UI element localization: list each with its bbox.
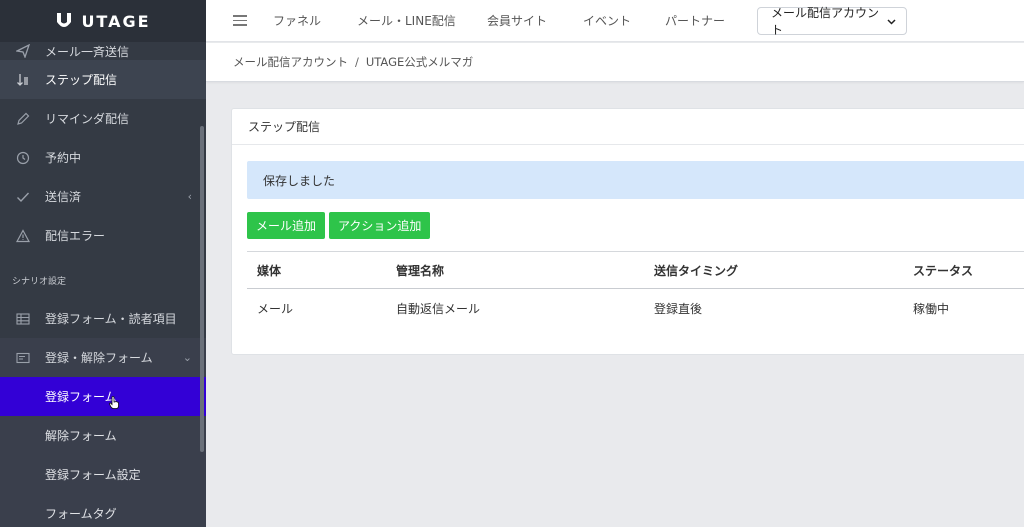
chevron-down-icon [887,14,896,28]
sidebar-nav: メール一斉送信 ステップ配信 リマインダ配信 予約中 送信済 ‹ 配信エラー シ… [0,42,206,527]
sidebar-subitem-form-tag[interactable]: フォームタグ [0,494,206,527]
sidebar-item-label: ステップ配信 [45,73,118,87]
sidebar-item-reminder[interactable]: リマインダ配信 [0,99,206,138]
sidebar-subitem-label: 登録フォーム [45,390,117,404]
topnav-partner[interactable]: パートナー [665,12,725,29]
breadcrumb-separator: / [355,55,359,69]
column-header-media: 媒体 [257,263,282,278]
account-select-value: メール配信アカウント [771,5,880,37]
sidebar-subitem-label: 登録フォーム設定 [45,468,141,482]
cell-media: メール [257,301,294,316]
brand-name: UTAGE [81,11,151,31]
breadcrumb-current: UTAGE公式メルマガ [365,55,474,69]
sidebar-item-label: リマインダ配信 [45,112,130,126]
account-select[interactable]: メール配信アカウント [757,5,908,37]
sidebar-item-label: 登録フォーム・読者項目 [45,312,177,326]
table-row[interactable]: メール 自動返信メール 登録直後 稼働中 [247,289,1024,327]
topnav-event[interactable]: イベント [583,12,665,29]
success-alert: 保存しました [247,161,1024,199]
add-action-button[interactable]: アクション追加 [329,212,431,239]
step-table: 媒体 管理名称 送信タイミング ステータス メール 自動返信メール 登録直後 稼… [247,251,1024,327]
sidebar-item-registration-fields[interactable]: 登録フォーム・読者項目 [0,299,206,338]
sidebar: UTAGE メール一斉送信 ステップ配信 リマインダ配信 予約中 送信済 ‹ 配… [0,0,206,527]
table-icon [14,310,32,328]
cell-status: 稼働中 [913,301,950,316]
sidebar-subitem-label: フォームタグ [45,507,117,521]
sidebar-subitem-form-settings[interactable]: 登録フォーム設定 [0,455,206,494]
brand-logo[interactable]: UTAGE [0,0,206,42]
topnav-member-site[interactable]: 会員サイト [487,12,583,29]
sidebar-item-label: 登録・解除フォーム [45,351,153,365]
sidebar-scrollbar[interactable] [200,126,204,452]
topnav-funnel[interactable]: ファネル [273,12,357,29]
add-mail-button[interactable]: メール追加 [247,212,326,239]
step-delivery-card: ステップ配信 保存しました メール追加 アクション追加 媒体 管理名称 送信タイ… [231,108,1024,355]
sidebar-item-bulk-send[interactable]: メール一斉送信 [0,38,206,60]
warning-icon [14,227,32,245]
sidebar-item-label: 送信済 [45,190,82,204]
sidebar-item-scheduled[interactable]: 予約中 [0,138,206,177]
breadcrumb: メール配信アカウント / UTAGE公式メルマガ [206,43,1024,82]
hand-cursor-icon [109,396,119,412]
cell-timing: 登録直後 [654,301,703,316]
breadcrumb-account[interactable]: メール配信アカウント [233,54,348,70]
top-nav: ファネル メール・LINE配信 会員サイト イベント パートナー [273,12,725,29]
column-header-timing: 送信タイミング [654,263,739,278]
sidebar-group-forms: 登録・解除フォーム ⌄ 登録フォーム 解除フォーム 登録フォーム設定 フォームタ… [0,338,206,527]
column-header-name: 管理名称 [396,263,445,278]
cell-name[interactable]: 自動返信メール [396,300,654,317]
action-buttons: メール追加 アクション追加 [247,212,431,239]
chevron-down-icon: ⌄ [182,351,192,364]
sidebar-item-label: メール一斉送信 [45,45,130,59]
sidebar-item-label: 予約中 [45,151,82,165]
history-icon [14,149,32,167]
sidebar-subitem-label: 解除フォーム [45,429,117,443]
table-header-row: 媒体 管理名称 送信タイミング ステータス [247,251,1024,289]
card-title: ステップ配信 [232,109,1024,145]
pencil-icon [14,110,32,128]
sidebar-section-title: シナリオ設定 [12,277,67,287]
check-icon [14,188,32,206]
column-header-status: ステータス [913,263,974,278]
sidebar-item-step-delivery[interactable]: ステップ配信 [0,60,206,99]
chevron-left-icon: ‹ [187,190,192,203]
sidebar-item-label: 配信エラー [45,229,106,243]
sidebar-subitem-registration-form[interactable]: 登録フォーム [0,377,206,416]
step-sort-icon [14,71,32,89]
sidebar-item-delivery-error[interactable]: 配信エラー [0,216,206,255]
sidebar-subitem-unsubscribe-form[interactable]: 解除フォーム [0,416,206,455]
form-icon [14,349,32,367]
menu-toggle-icon[interactable] [233,12,247,29]
topnav-mail-line[interactable]: メール・LINE配信 [357,12,487,29]
top-navbar: ファネル メール・LINE配信 会員サイト イベント パートナー メール配信アカ… [206,0,1024,42]
utage-logo-icon [55,12,73,30]
sidebar-item-sent[interactable]: 送信済 ‹ [0,177,206,216]
sidebar-item-register-unsubscribe-form[interactable]: 登録・解除フォーム ⌄ [0,338,206,377]
send-icon [14,42,32,60]
